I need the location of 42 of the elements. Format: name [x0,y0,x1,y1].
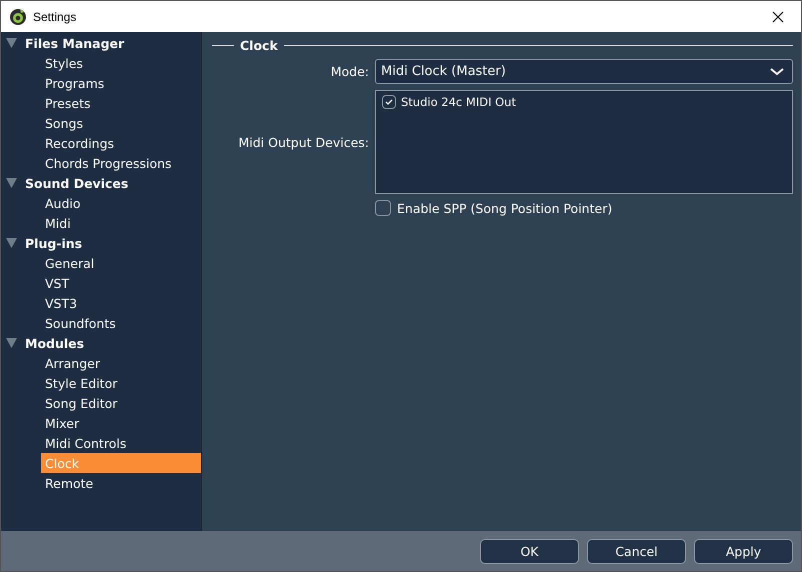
dialog-button[interactable]: OK [480,538,579,564]
checkmark-icon [385,98,393,106]
tree-item[interactable]: Midi [41,213,201,233]
tree-item[interactable]: Styles [41,53,201,73]
checkbox[interactable] [375,200,391,216]
mode-label: Mode: [330,64,369,79]
spp-label: Enable SPP (Song Position Pointer) [397,200,612,216]
tree-item[interactable]: Programs [41,73,201,93]
close-icon [772,10,784,22]
tree-item[interactable]: Audio [41,193,201,213]
mode-dropdown[interactable]: Midi Clock (Master) [375,59,793,84]
dialog-button[interactable]: Cancel [587,538,686,564]
tree-item[interactable]: VST3 [41,293,201,313]
device-label: Studio 24c MIDI Out [401,95,516,109]
tree-item[interactable]: General [41,253,201,273]
tree-item[interactable]: Remote [41,473,201,493]
tree-item[interactable]: Songs [41,113,201,133]
expand-triangle-icon[interactable] [6,238,17,248]
tree-item[interactable]: VST [41,273,201,293]
tree-item[interactable]: Soundfonts [41,313,201,333]
tree-item[interactable]: Style Editor [41,373,201,393]
tree-item[interactable]: Midi Controls [41,433,201,453]
tree-group[interactable]: Files Manager [25,36,124,50]
outputs-label: Midi Output Devices: [237,134,369,150]
tree-item[interactable]: Recordings [41,133,201,153]
tree-group[interactable]: Plug-ins [25,236,82,250]
dialog-button[interactable]: Apply [694,538,793,564]
tree-item[interactable]: Presets [41,93,201,113]
window-title: Settings [33,10,76,24]
expand-triangle-icon[interactable] [6,338,17,348]
app-logo-icon [9,8,27,26]
tree-item[interactable]: Chords Progressions [41,153,201,173]
tree-group[interactable]: Sound Devices [25,176,128,190]
group-box-title: Clock [240,38,278,53]
checkbox[interactable] [382,95,396,109]
expand-triangle-icon[interactable] [6,38,17,48]
tree-item[interactable]: Arranger [41,353,201,373]
tree-group[interactable]: Modules [25,336,84,350]
chevron-down-icon [770,68,784,76]
tree-item[interactable]: Mixer [41,413,201,433]
tree-item[interactable]: Song Editor [41,393,201,413]
expand-triangle-icon[interactable] [6,178,17,188]
